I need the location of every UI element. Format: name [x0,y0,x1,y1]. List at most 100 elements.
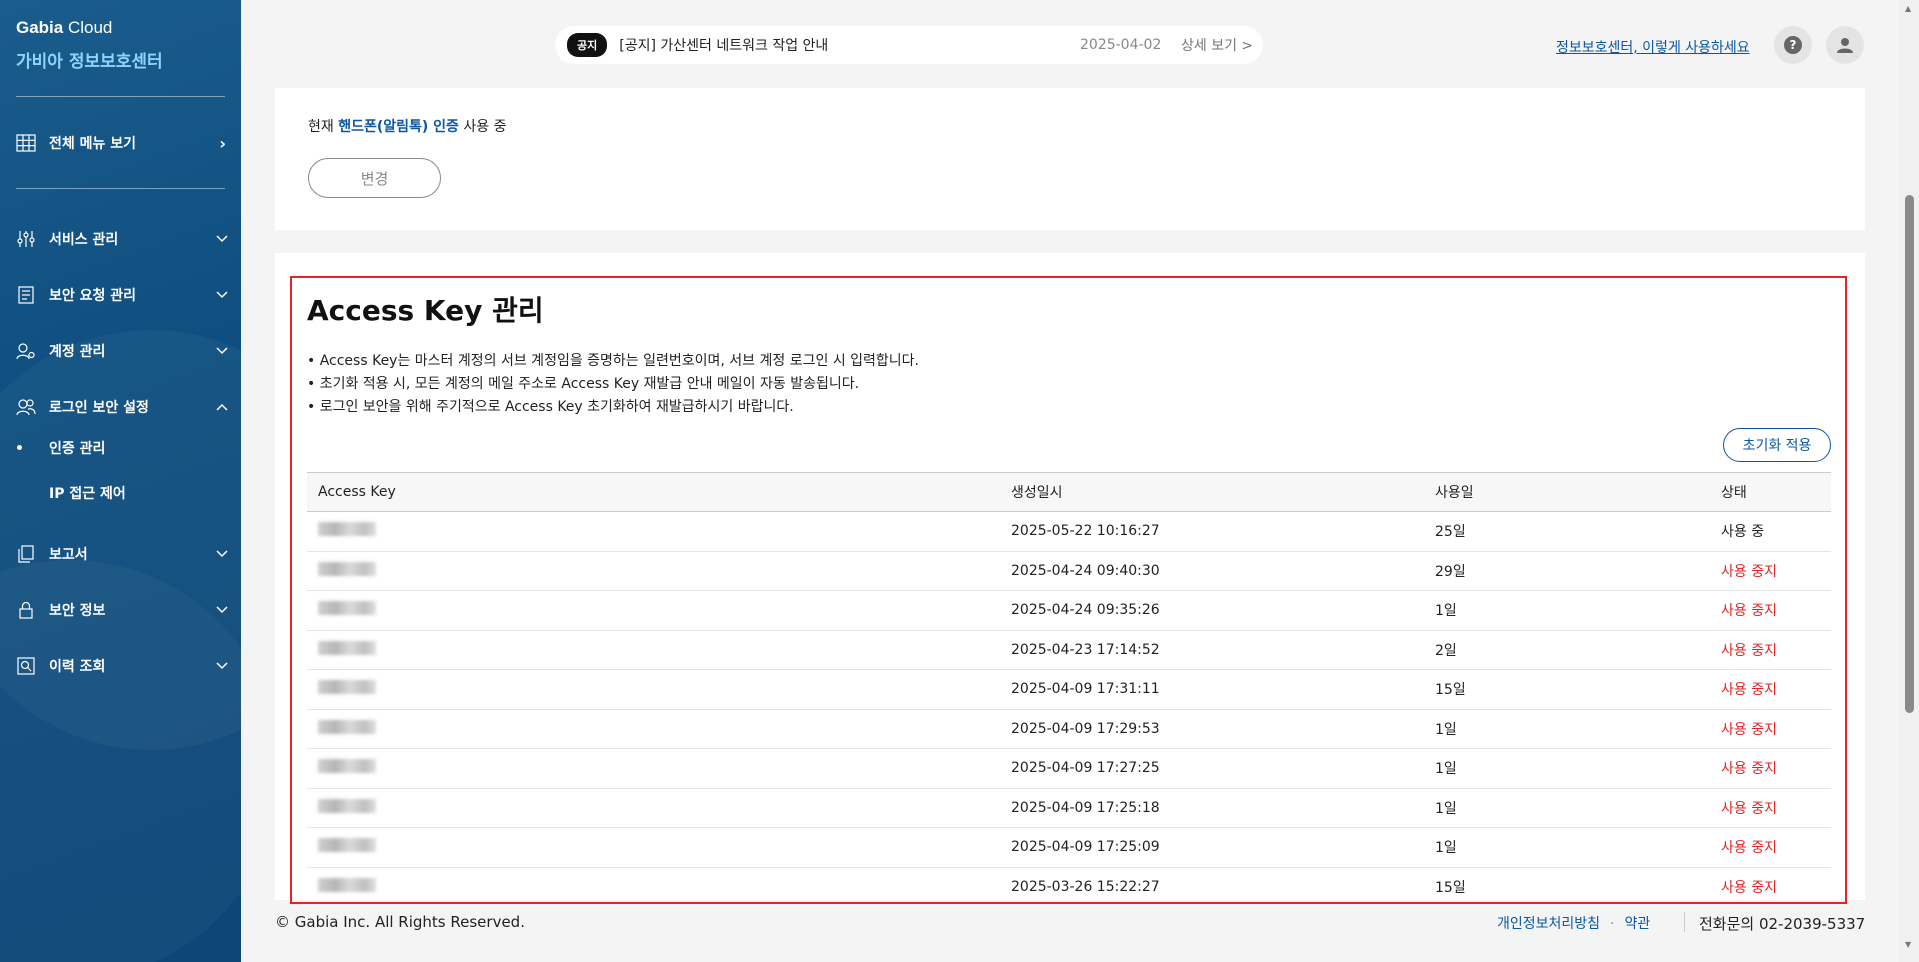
phone-contact: 전화문의 02-2039-5337 [1699,915,1866,933]
days-cell: 1일 [1435,840,1457,857]
table-row: 2025-05-22 10:16:27 25일 사용 중 [307,512,1831,552]
days-cell: 29일 [1435,563,1466,580]
status-cell: 사용 중지 [1721,840,1777,857]
days-cell: 15일 [1435,879,1466,896]
sidebar-divider [16,188,225,189]
status-cell: 사용 중지 [1721,879,1777,896]
chevron-down-icon [216,231,228,243]
description-line: • Access Key는 마스터 계정의 서브 계정임을 증명하는 일련번호이… [307,353,919,369]
footer-links: 개인정보처리방침 · 약관 [1497,913,1650,933]
masked-key [318,838,376,853]
days-cell: 2일 [1435,642,1457,659]
brand-title[interactable]: 가비아 정보보호센터 [16,47,163,72]
sidebar-item-service[interactable]: 서비스 관리 [16,224,228,254]
table-row: 2025-04-09 17:29:53 1일 사용 중지 [307,710,1831,749]
scroll-down-icon[interactable]: ▼ [1905,940,1911,949]
sidebar-item-label: 보안 요청 관리 [49,288,137,304]
sidebar-item-report[interactable]: 보고서 [16,539,228,569]
access-key-cell [307,719,1011,738]
access-key-cell [307,522,1011,540]
sidebar-item-label: 이력 조회 [49,659,106,675]
document-icon [16,286,36,304]
sidebar-item-security-request[interactable]: 보안 요청 관리 [16,280,228,310]
column-header: 사용일 [1435,485,1474,501]
users-icon [16,398,36,416]
status-cell: 사용 중지 [1721,721,1777,738]
table-row: 2025-04-24 09:40:30 29일 사용 중지 [307,552,1831,591]
sidebar-item-security-info[interactable]: 보안 정보 [16,595,228,625]
auth-method-panel: 현재 핸드폰(알림톡) 인증 사용 중 변경 [275,88,1865,230]
days-cell: 1일 [1435,761,1457,778]
chevron-up-icon [216,399,228,411]
status-cell: 사용 중지 [1721,761,1777,778]
sidebar-item-label: 계정 관리 [49,344,106,360]
status-cell: 사용 중지 [1721,682,1777,699]
all-menu-button[interactable]: 전체 메뉴 보기 › [16,128,226,158]
created-cell: 2025-04-09 17:29:53 [1011,720,1160,737]
scroll-thumb[interactable] [1905,195,1914,713]
separator-dot: · [1610,916,1615,932]
masked-key [318,522,376,537]
brand-logo[interactable]: Gabia Cloud [16,18,112,38]
scroll-up-icon[interactable]: ▲ [1905,4,1911,13]
masked-key [318,601,376,616]
masked-key [318,759,376,774]
copyright: © Gabia Inc. All Rights Reserved. [275,913,525,931]
created-cell: 2025-04-09 17:25:18 [1011,799,1160,816]
access-key-panel: Access Key 관리 • Access Key는 마스터 계정의 서브 계… [275,253,1865,900]
sidebar-item-label: 서비스 관리 [49,232,119,248]
sidebar-item-login-security[interactable]: 로그인 보안 설정 [16,392,228,422]
access-key-cell [307,680,1011,698]
table-header: Access Key 생성일시 사용일 상태 [307,472,1831,512]
usage-guide-link[interactable]: 정보보호센터, 이렇게 사용하세요 [1556,37,1750,57]
created-cell: 2025-04-24 09:35:26 [1011,602,1160,619]
current-auth-text: 현재 핸드폰(알림톡) 인증 사용 중 [308,119,507,135]
chevron-down-icon [216,343,228,355]
created-cell: 2025-04-09 17:27:25 [1011,760,1160,777]
access-key-cell [307,877,1011,896]
access-key-cell [307,561,1011,580]
masked-key [318,719,376,734]
notice-bar[interactable]: 공지 [공지] 가산센터 네트워크 작업 안내 2025-04-02 상세 보기… [555,26,1263,64]
status-cell: 사용 중지 [1721,800,1777,817]
sidebar-item-history[interactable]: 이력 조회 [16,651,228,681]
sidebar: Gabia Cloud 가비아 정보보호센터 전체 메뉴 보기 › 서비스 관리… [0,0,241,962]
status-cell: 사용 중지 [1721,642,1777,659]
table-row: 2025-04-24 09:35:26 1일 사용 중지 [307,591,1831,631]
masked-key [318,640,376,655]
chevron-right-icon: › [219,134,226,153]
sidebar-subitem-ip-access[interactable]: IP 접근 제어 [49,483,126,503]
table-row: 2025-04-23 17:14:52 2일 사용 중지 [307,631,1831,670]
created-cell: 2025-04-09 17:25:09 [1011,839,1160,856]
profile-button[interactable] [1826,26,1864,64]
access-key-cell [307,838,1011,856]
days-cell: 1일 [1435,800,1457,817]
created-cell: 2025-04-23 17:14:52 [1011,641,1160,658]
chevron-down-icon [216,658,228,670]
notice-more-link[interactable]: 상세 보기 > [1181,35,1253,55]
access-key-cell [307,640,1011,659]
privacy-link[interactable]: 개인정보처리방침 [1497,916,1600,932]
sidebar-item-label: 로그인 보안 설정 [49,400,149,416]
access-key-cell [307,798,1011,817]
notice-title[interactable]: [공지] 가산센터 네트워크 작업 안내 [619,35,828,55]
access-key-cell [307,601,1011,619]
chevron-down-icon [216,602,228,614]
status-cell: 사용 중지 [1721,563,1777,580]
terms-link[interactable]: 약관 [1625,916,1651,932]
sidebar-subitem-auth[interactable]: 인증 관리 [49,438,105,458]
auth-method: 핸드폰(알림톡) 인증 [338,119,459,135]
sidebar-item-account[interactable]: 계정 관리 [16,336,228,366]
status-cell: 사용 중지 [1721,603,1777,620]
help-button[interactable]: ? [1774,26,1812,64]
days-cell: 1일 [1435,721,1457,738]
table-row: 2025-04-09 17:27:25 1일 사용 중지 [307,749,1831,789]
change-button[interactable]: 변경 [308,158,441,198]
all-menu-label: 전체 메뉴 보기 [49,136,137,152]
chevron-down-icon [216,546,228,558]
masked-key [318,798,376,813]
masked-key [318,877,376,892]
section-title: Access Key 관리 [307,294,544,327]
scrollbar[interactable]: ▲ ▼ [1899,0,1919,962]
reset-button[interactable]: 초기화 적용 [1723,428,1831,462]
